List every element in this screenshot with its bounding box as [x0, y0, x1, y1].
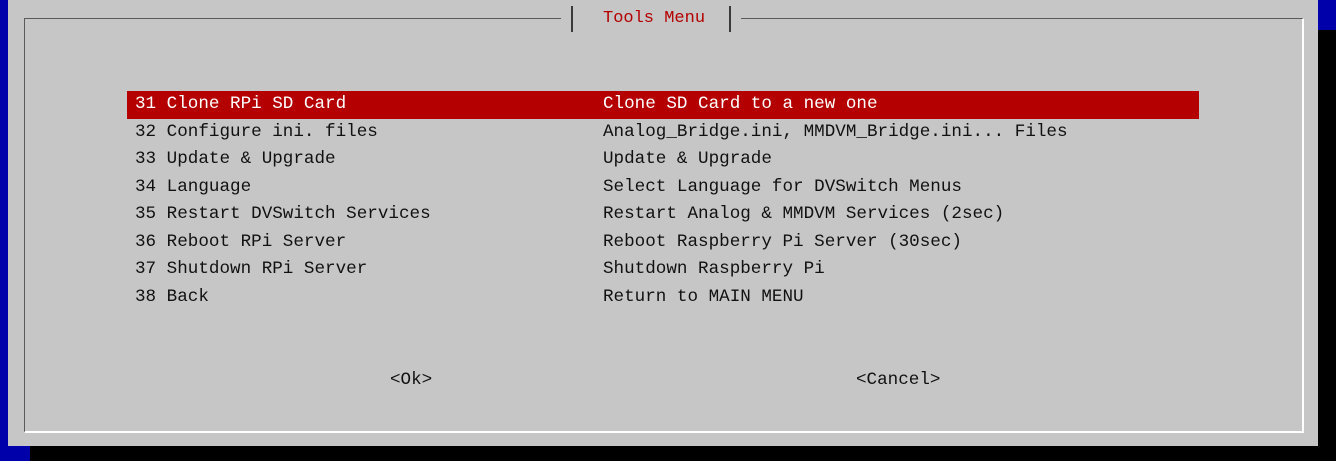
menu-item-description: Clone SD Card to a new one	[603, 94, 878, 114]
dialog-shadow-bottom	[30, 446, 1336, 461]
menu-item-36[interactable]: 36 Reboot RPi Server Reboot Raspberry Pi…	[127, 229, 1199, 257]
menu-item-31[interactable]: 31 Clone RPi SD Card Clone SD Card to a …	[127, 91, 1199, 119]
menu-item-tag: 36 Reboot RPi Server	[135, 231, 347, 252]
tools-menu-dialog: Tools Menu 31 Clone RPi SD Card Clone SD…	[8, 0, 1318, 446]
menu-item-35[interactable]: 35 Restart DVSwitch Services Restart Ana…	[127, 201, 1199, 229]
menu-item-description: Shutdown Raspberry Pi	[603, 259, 825, 279]
menu-item-description: Select Language for DVSwitch Menus	[603, 176, 962, 197]
menu-item-tag: 31 Clone RPi SD Card	[135, 94, 347, 114]
dialog-title-bar: Tools Menu	[561, 6, 742, 32]
menu-item-description: Update & Upgrade	[603, 149, 772, 169]
menu-item-32[interactable]: 32 Configure ini. files Analog_Bridge.in…	[127, 119, 1199, 147]
menu-item-tag: 37 Shutdown RPi Server	[135, 259, 368, 279]
menu-item-33[interactable]: 33 Update & Upgrade Update & Upgrade	[127, 146, 1199, 174]
terminal-screen: Tools Menu 31 Clone RPi SD Card Clone SD…	[0, 0, 1336, 461]
cancel-button[interactable]: <Cancel>	[856, 366, 940, 394]
dialog-button-row: <Ok> <Cancel>	[8, 366, 1318, 394]
menu-list: 31 Clone RPi SD Card Clone SD Card to a …	[127, 91, 1199, 311]
dialog-title: Tools Menu	[603, 9, 706, 28]
title-right-tick	[729, 6, 732, 32]
menu-item-tag: 38 Back	[135, 286, 209, 307]
menu-item-tag: 33 Update & Upgrade	[135, 149, 336, 169]
menu-item-34[interactable]: 34 Language Select Language for DVSwitch…	[127, 174, 1199, 202]
menu-item-tag: 34 Language	[135, 176, 252, 197]
menu-item-37[interactable]: 37 Shutdown RPi Server Shutdown Raspberr…	[127, 256, 1199, 284]
menu-item-description: Analog_Bridge.ini, MMDVM_Bridge.ini... F…	[603, 121, 1068, 142]
menu-item-description: Reboot Raspberry Pi Server (30sec)	[603, 231, 962, 252]
menu-item-tag: 35 Restart DVSwitch Services	[135, 204, 431, 224]
dialog-shadow-right	[1318, 30, 1336, 461]
menu-item-description: Return to MAIN MENU	[603, 286, 804, 307]
menu-item-tag: 32 Configure ini. files	[135, 121, 378, 142]
menu-item-description: Restart Analog & MMDVM Services (2sec)	[603, 204, 1005, 224]
menu-item-38[interactable]: 38 Back Return to MAIN MENU	[127, 284, 1199, 312]
ok-button[interactable]: <Ok>	[390, 366, 432, 394]
